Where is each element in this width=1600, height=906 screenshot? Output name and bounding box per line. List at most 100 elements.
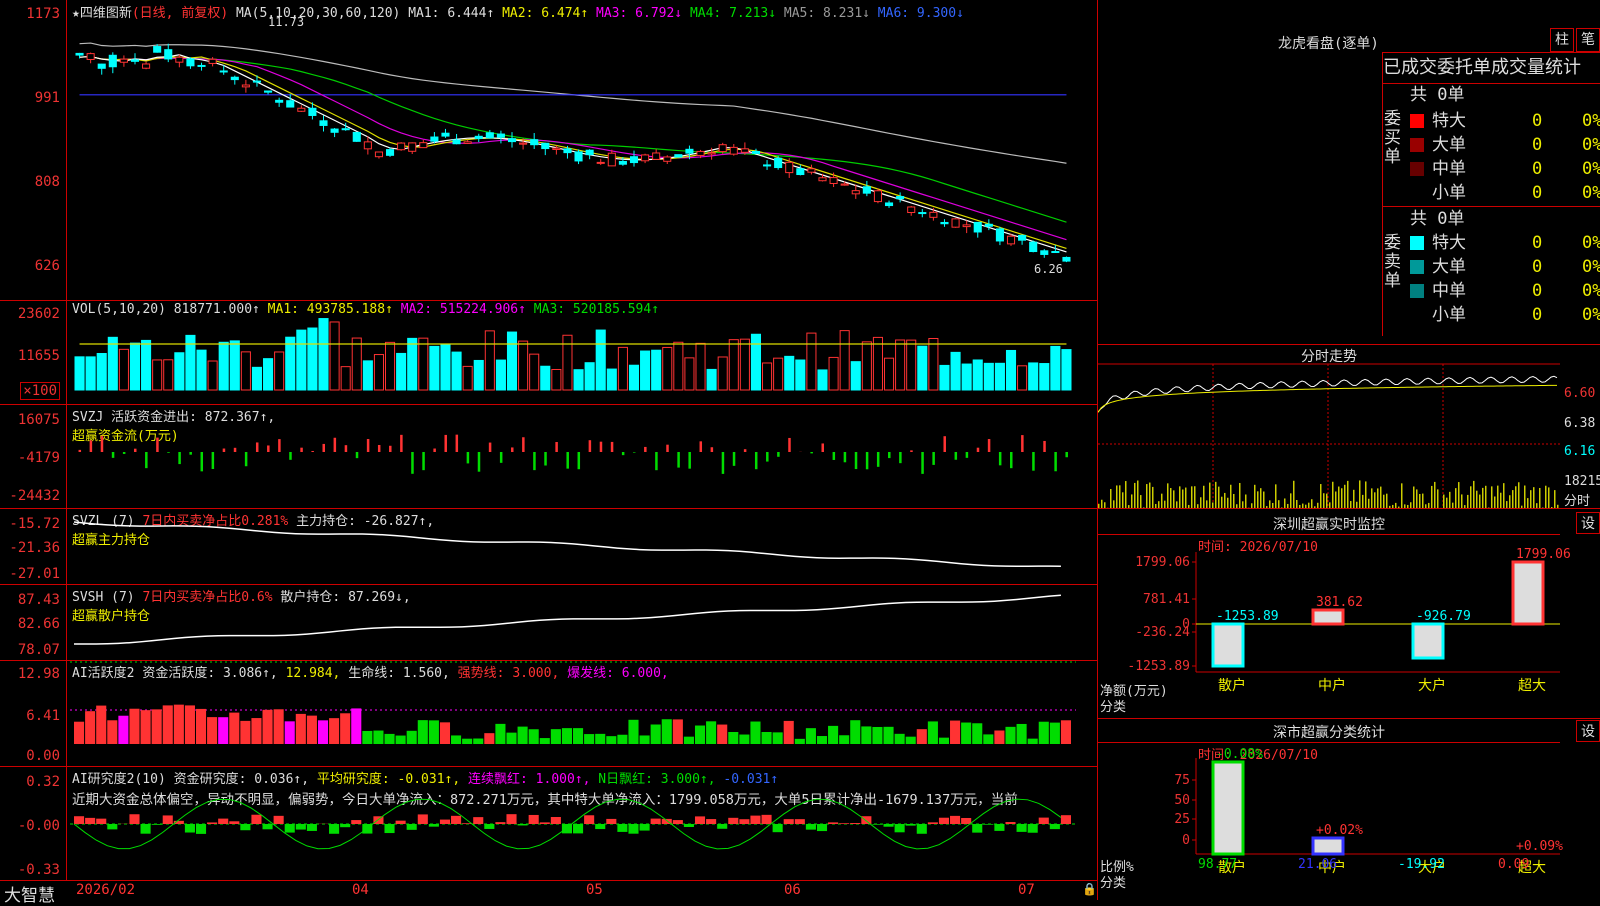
candle-body [852,191,859,194]
volume-bar [286,337,295,390]
intraday-vol [1512,490,1514,508]
value-label: -0.08% [1216,747,1263,762]
research-bar [573,824,583,833]
intraday-vol [1491,486,1493,508]
flow-bar [134,449,137,452]
volume-bar [341,367,350,390]
flow-bar [866,452,869,469]
candle-body [231,77,238,79]
activity-bar [651,724,661,744]
candle-body [287,101,294,107]
intraday-vol [1206,500,1208,508]
activity-bar [850,720,860,744]
intraday-panel[interactable]: 分时走势 6.60 6.38 6.16 18215 分时 [1098,344,1600,509]
activity-bar [96,706,106,744]
intraday-vol [1548,487,1550,508]
activity-bar [518,727,528,744]
volume-bar [219,342,228,390]
candle-body [797,169,804,175]
intraday-vol [1140,495,1142,508]
flow-bar [755,452,758,469]
volume-panel[interactable]: 23602 11655 ×100 VOL(5,10,20) 818771.000… [0,300,1097,405]
candle-body [1030,242,1037,251]
research-bar [717,824,727,829]
research-bar [1017,824,1027,832]
tick-view-button[interactable]: 笔 [1576,28,1600,52]
kline-chart[interactable] [0,0,1097,300]
research-bar [640,824,650,831]
ai-research-chart[interactable] [0,766,1097,880]
candle-body [98,64,105,68]
intraday-vol [1338,487,1340,508]
ai-activity-panel[interactable]: 12.98 6.41 0.00 AI活跃度2 资金活跃度: 3.086↑, 12… [0,660,1097,767]
activity-bar [773,732,783,744]
flow-bar [1054,452,1057,471]
intraday-vol [1386,494,1388,508]
volume-chart[interactable] [0,300,1097,404]
flow-bar [877,452,880,467]
intraday-vol [1332,482,1334,508]
volume-bar [419,338,428,390]
intraday-vol [1335,491,1337,508]
candle-body [808,169,815,172]
flow-bar [544,452,547,466]
activity-bar [118,716,128,744]
volume-bar [485,331,494,390]
candle-body [741,149,748,152]
chart-area[interactable]: 1173 991 808 626 ★四维图新(日线, 前复权) MA(5,10,… [0,0,1098,900]
research-bar [152,824,162,825]
svsh-chart[interactable] [0,584,1097,660]
sz-monitor-panel[interactable]: 深圳超赢实时监控 设 时间: 2026/07/10 净额(万元) 分类 1799… [1098,508,1600,719]
activity-bar [717,725,727,744]
order-size: 特大 [1432,228,1532,253]
research-bar [1005,822,1015,824]
intraday-vol [1371,488,1373,508]
order-size: 中单 [1432,276,1532,301]
buy-row: 特大00% [1410,106,1600,131]
flow-bar [223,449,226,452]
intraday-vol [1158,501,1160,508]
sz-class-chart[interactable]: 7550250-0.08%散户+0.02%中户大户+0.09%超大98.7721… [1098,718,1600,900]
sz-class-panel[interactable]: 深市超赢分类统计 设 时间: 2026/07/10 比例% 分类 7550250… [1098,718,1600,900]
lock-icon[interactable]: 🔒 [1082,882,1097,896]
intraday-vol [1119,485,1121,508]
kline-panel[interactable]: 1173 991 808 626 ★四维图新(日线, 前复权) MA(5,10,… [0,0,1097,301]
svsh-panel[interactable]: 87.43 82.66 78.07 SVSH (7) 7日内买卖净占比0.6% … [0,584,1097,661]
activity-bar [762,732,772,744]
sz-monitor-chart[interactable]: 1799.06781.410-236.24-1253.89-1253.89散户3… [1098,508,1600,718]
order-count: 0 [1532,257,1582,277]
svzl-chart[interactable] [0,508,1097,584]
svzj-panel[interactable]: 16075 -4179 -24432 SVZJ 活跃资金进出: 872.367↑… [0,404,1097,509]
intraday-vol [1383,495,1385,508]
flow-bar [478,452,481,472]
column-view-button[interactable]: 柱 [1550,28,1574,52]
tick-label: -1253.89 [1127,659,1190,674]
lhb-title: 龙虎看盘(逐单) [1278,33,1379,53]
svzl-panel[interactable]: -15.72 -21.36 -27.01 SVZL (7) 7日内买卖净占比0.… [0,508,1097,585]
volume-bar [918,346,927,390]
research-bar [651,819,661,824]
svzj-chart[interactable] [0,404,1097,508]
flow-bar [822,443,825,452]
volume-bar [208,361,217,390]
research-bar [85,818,95,824]
intraday-vol [1554,490,1556,508]
activity-bar [152,709,162,744]
activity-bar [662,719,672,744]
order-count: 0 [1532,111,1582,131]
flow-bar [777,452,780,457]
ai-activity-chart[interactable] [0,660,1097,766]
research-bar [617,824,627,832]
order-pct: 0% [1582,183,1600,203]
value-bar [1513,562,1543,624]
volume-bar [75,357,84,390]
activity-bar [584,734,594,744]
research-bar [440,820,450,824]
research-bar [728,818,738,824]
ai-research-panel[interactable]: 0.32 -0.00 -0.33 AI研究度2(10) 资金研究度: 0.036… [0,766,1097,880]
flow-bar [467,452,470,463]
intraday-chart[interactable] [1098,344,1560,508]
candle-body [386,150,393,156]
intraday-vol [1200,497,1202,508]
value-bar [1413,624,1443,658]
